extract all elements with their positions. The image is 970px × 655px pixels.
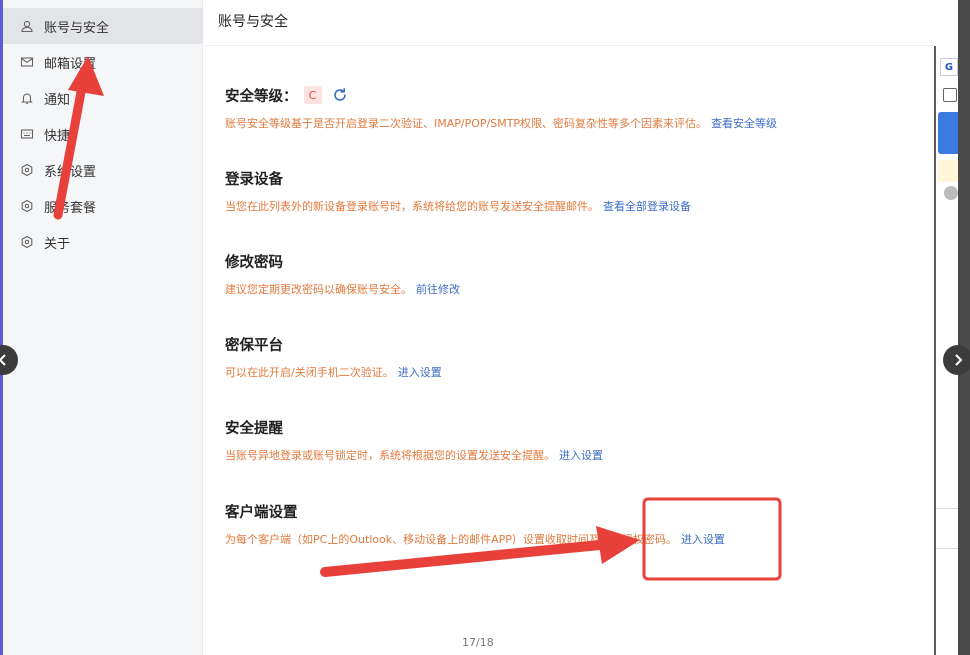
sidebar-item-shortcuts[interactable]: 快捷: [3, 116, 203, 152]
section-description: 建议您定期更改密码以确保账号安全。 前往修改: [225, 281, 460, 297]
sidebar-item-label: 快捷: [44, 128, 71, 144]
sidebar-item-label: 系统设置: [44, 164, 97, 180]
mail-icon: [20, 55, 34, 69]
section-title: 客户端设置: [225, 504, 298, 521]
section-security-platform: 密保平台 可以在此开启/关闭手机二次验证。 进入设置: [225, 333, 442, 380]
client-settings-link[interactable]: 进入设置: [681, 533, 725, 546]
section-security-level: 安全等级： C 账号安全等级基于是否开启登录二次验证、IMAP/POP/SMTP…: [225, 84, 777, 131]
security-level-label: 安全等级：: [225, 88, 298, 105]
chevron-left-icon: [0, 354, 6, 366]
sidebar: 账号与安全 邮箱设置 通知 快捷 系统设置 服务套餐 关于: [3, 0, 203, 655]
sidebar-item-notifications[interactable]: 通知: [3, 80, 203, 116]
hexagon-settings-icon: [20, 199, 34, 213]
page-title: 账号与安全: [218, 14, 288, 30]
page-counter: 17/18: [462, 636, 494, 649]
sidebar-item-label: 服务套餐: [44, 200, 97, 216]
sidebar-item-mailbox-settings[interactable]: 邮箱设置: [3, 44, 203, 80]
security-level-badge: C: [303, 86, 322, 104]
view-security-level-link[interactable]: 查看安全等级: [711, 117, 777, 130]
section-description: 可以在此开启/关闭手机二次验证。 进入设置: [225, 364, 442, 380]
sidebar-item-system-settings[interactable]: 系统设置: [3, 152, 203, 188]
section-description: 当账号异地登录或账号锁定时，系统将根据您的设置发送安全提醒。 进入设置: [225, 447, 603, 463]
page-header: 账号与安全: [204, 0, 934, 46]
section-title: 修改密码: [225, 254, 283, 271]
sidebar-item-account-security[interactable]: 账号与安全: [3, 8, 203, 44]
sidebar-item-label: 账号与安全: [44, 20, 110, 36]
view-all-devices-link[interactable]: 查看全部登录设备: [603, 200, 691, 213]
section-title: 安全等级： C: [225, 84, 777, 106]
panel-divider: [936, 548, 958, 549]
sidebar-item-label: 关于: [44, 236, 71, 252]
panel-notice-strip: [938, 160, 958, 182]
description-text: 当您在此列表外的新设备登录账号时，系统将给您的账号发送安全提醒邮件。: [225, 200, 599, 213]
main-content: 安全等级： C 账号安全等级基于是否开启登录二次验证、IMAP/POP/SMTP…: [204, 46, 934, 655]
section-description: 为每个客户端（如PC上的Outlook、移动设备上的邮件APP）设置收取时间及独…: [225, 531, 725, 547]
refresh-icon[interactable]: [332, 87, 348, 103]
description-text: 当账号异地登录或账号锁定时，系统将根据您的设置发送安全提醒。: [225, 449, 555, 462]
section-description: 当您在此列表外的新设备登录账号时，系统将给您的账号发送安全提醒邮件。 查看全部登录…: [225, 198, 691, 214]
security-alert-settings-link[interactable]: 进入设置: [559, 449, 603, 462]
section-change-password: 修改密码 建议您定期更改密码以确保账号安全。 前往修改: [225, 250, 460, 297]
section-title: 登录设备: [225, 171, 283, 188]
section-client-settings: 客户端设置 为每个客户端（如PC上的Outlook、移动设备上的邮件APP）设置…: [225, 500, 725, 547]
change-password-link[interactable]: 前往修改: [416, 283, 460, 296]
avatar[interactable]: [944, 186, 958, 200]
bell-icon: [20, 91, 34, 105]
sidebar-item-label: 邮箱设置: [44, 56, 97, 72]
hexagon-settings-icon: [20, 163, 34, 177]
section-title: 安全提醒: [225, 420, 283, 437]
sidebar-item-about[interactable]: 关于: [3, 224, 203, 260]
section-title: 密保平台: [225, 337, 283, 354]
user-icon: [20, 19, 34, 33]
chevron-right-icon: [955, 354, 963, 366]
panel-blue-button[interactable]: [938, 112, 960, 154]
description-text: 为每个客户端（如PC上的Outlook、移动设备上的邮件APP）设置收取时间及独…: [225, 533, 677, 546]
panel-divider: [936, 508, 958, 509]
section-security-alert: 安全提醒 当账号异地登录或账号锁定时，系统将根据您的设置发送安全提醒。 进入设置: [225, 416, 603, 463]
section-login-devices: 登录设备 当您在此列表外的新设备登录账号时，系统将给您的账号发送安全提醒邮件。查…: [225, 167, 691, 214]
next-arrow-button[interactable]: [943, 345, 970, 375]
scrollbar-track[interactable]: [958, 0, 970, 655]
hexagon-settings-icon: [20, 235, 34, 249]
description-text: 账号安全等级基于是否开启登录二次验证、IMAP/POP/SMTP权限、密码复杂性…: [225, 117, 708, 130]
description-text: 可以在此开启/关闭手机二次验证。: [225, 366, 394, 379]
description-text: 建议您定期更改密码以确保账号安全。: [225, 283, 412, 296]
panel-toggle-icon[interactable]: [943, 88, 957, 102]
keyboard-icon: [20, 127, 34, 141]
security-platform-settings-link[interactable]: 进入设置: [398, 366, 442, 379]
translate-icon[interactable]: G: [940, 58, 958, 76]
section-description: 账号安全等级基于是否开启登录二次验证、IMAP/POP/SMTP权限、密码复杂性…: [225, 115, 777, 131]
sidebar-item-label: 通知: [44, 92, 71, 108]
sidebar-item-service-plan[interactable]: 服务套餐: [3, 188, 203, 224]
